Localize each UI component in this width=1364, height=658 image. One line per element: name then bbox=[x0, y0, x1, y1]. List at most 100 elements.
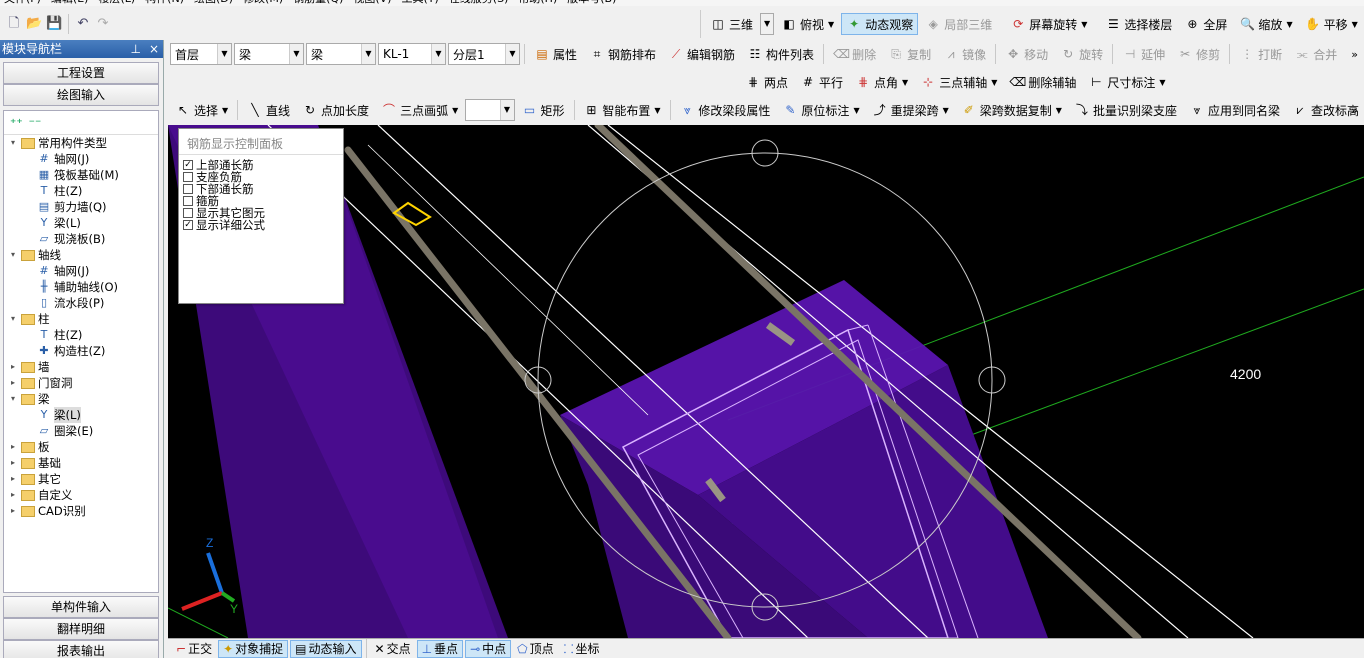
tab-report-output[interactable]: 报表输出 bbox=[3, 640, 159, 658]
rebar-layout-button[interactable]: ⌗ 钢筋排布 bbox=[584, 43, 661, 65]
parallel-button[interactable]: # 平行 bbox=[795, 71, 848, 93]
copy-span-data-button[interactable]: ✐ 梁跨数据复制 ▼ bbox=[956, 99, 1067, 121]
expand-icon[interactable]: ▸ bbox=[8, 375, 18, 391]
batch-identify-button[interactable]: ⤵ 批量识别梁支座 bbox=[1069, 99, 1182, 121]
delete-aux-button[interactable]: ⌫ 删除辅轴 bbox=[1004, 71, 1081, 93]
tree-folder[interactable]: ▸ 门窗洞 bbox=[4, 375, 158, 391]
collapse-icon[interactable]: ▾ bbox=[8, 391, 18, 407]
tree-folder[interactable]: ▸ 基础 bbox=[4, 455, 158, 471]
tree-item[interactable]: ▦ 筏板基础(M) bbox=[4, 167, 158, 183]
smart-layout-button[interactable]: ⊞ 智能布置 ▼ bbox=[578, 99, 665, 121]
expand-icon[interactable]: ▸ bbox=[8, 455, 18, 471]
trim-button[interactable]: ✂ 修剪 bbox=[1172, 43, 1225, 65]
more-tools-icon[interactable]: » bbox=[1351, 48, 1358, 61]
copy-button[interactable]: ⎘ 复制 bbox=[883, 43, 936, 65]
expand-icon[interactable]: ▸ bbox=[8, 487, 18, 503]
tree-item[interactable]: ▯ 流水段(P) bbox=[4, 295, 158, 311]
dynamic-observe-button[interactable]: ✦ 动态观察 bbox=[841, 13, 919, 35]
mirror-button[interactable]: ⩘ 镜像 bbox=[938, 43, 991, 65]
apply-same-name-button[interactable]: ⩔ 应用到同名梁 bbox=[1184, 99, 1285, 121]
tree-item[interactable]: Y 梁(L) bbox=[4, 407, 158, 423]
point-angle-button[interactable]: ⋕ 点角 ▼ bbox=[850, 71, 913, 93]
tree-item[interactable]: # 轴网(J) bbox=[4, 263, 158, 279]
property-button[interactable]: ▤ 属性 bbox=[529, 43, 582, 65]
3d-viewport[interactable]: 4200 Z Y bbox=[168, 125, 1364, 638]
view-3d-dropdown[interactable]: ▼ bbox=[760, 13, 775, 35]
coordinate-snap[interactable]: ⸬ 坐标 bbox=[560, 640, 604, 658]
menu-item[interactable]: 编辑(E) bbox=[51, 0, 89, 6]
component-select[interactable]: KL-1 ▼ bbox=[378, 43, 446, 65]
collapse-icon[interactable]: ▾ bbox=[8, 135, 18, 151]
tree-folder[interactable]: ▸ CAD识别 bbox=[4, 503, 158, 519]
expand-all-icon[interactable]: ⁺⁺ bbox=[10, 116, 23, 130]
rect-button[interactable]: ▭ 矩形 bbox=[517, 99, 570, 121]
vertex-snap[interactable]: ⬠ 顶点 bbox=[513, 640, 557, 658]
tree-folder[interactable]: ▾ 柱 bbox=[4, 311, 158, 327]
floor-select[interactable]: 首层 ▼ bbox=[170, 43, 232, 65]
three-point-aux-button[interactable]: ⊹ 三点辅轴 ▼ bbox=[915, 71, 1002, 93]
perpendicular-snap[interactable]: ⊥ 垂点 bbox=[416, 639, 464, 658]
tree-folder[interactable]: ▸ 墙 bbox=[4, 359, 158, 375]
arc-value-select[interactable]: ▼ bbox=[465, 99, 515, 121]
top-view-button[interactable]: ◧ 俯视 ▼ bbox=[776, 13, 839, 35]
relift-span-button[interactable]: ⤴ 重提梁跨 ▼ bbox=[867, 99, 954, 121]
checkbox[interactable] bbox=[183, 208, 193, 218]
menu-item[interactable]: 绘图(D) bbox=[194, 0, 233, 6]
undo-icon[interactable]: ↶ bbox=[75, 16, 91, 32]
tab-single-input[interactable]: 单构件输入 bbox=[3, 596, 159, 618]
menu-item[interactable]: 修改(M) bbox=[243, 0, 283, 6]
menu-item[interactable]: 帮助(H) bbox=[518, 0, 557, 6]
tree-folder[interactable]: ▾ 轴线 bbox=[4, 247, 158, 263]
break-button[interactable]: ⋮ 打断 bbox=[1234, 43, 1287, 65]
layer-select[interactable]: 分层1 ▼ bbox=[448, 43, 520, 65]
pan-button[interactable]: ✋ 平移 ▼ bbox=[1300, 13, 1363, 35]
checkbox[interactable] bbox=[183, 184, 193, 194]
merge-button[interactable]: ⫘ 合并 bbox=[1289, 43, 1342, 65]
screen-rotate-button[interactable]: ⟳ 屏幕旋转 ▼ bbox=[1005, 13, 1092, 35]
point-length-button[interactable]: ↻ 点加长度 bbox=[297, 99, 374, 121]
original-mark-button[interactable]: ✎ 原位标注 ▼ bbox=[777, 99, 864, 121]
checkbox[interactable] bbox=[183, 172, 193, 182]
tree-item[interactable]: ▱ 圈梁(E) bbox=[4, 423, 158, 439]
intersection-snap[interactable]: ✕ 交点 bbox=[371, 640, 415, 658]
local-3d-button[interactable]: ◈ 局部三维 bbox=[920, 13, 997, 35]
line-button[interactable]: ╲ 直线 bbox=[242, 99, 295, 121]
three-point-arc-button[interactable]: ⌒ 三点画弧 ▼ bbox=[376, 99, 463, 121]
menu-item[interactable]: 钢筋量(Q) bbox=[293, 0, 343, 6]
delete-button[interactable]: ⌫ 删除 bbox=[828, 43, 881, 65]
tree-folder[interactable]: ▸ 其它 bbox=[4, 471, 158, 487]
more-drawing-tools-icon[interactable]: » bbox=[1351, 104, 1358, 117]
view-3d-button[interactable]: ◫ 三维 bbox=[705, 13, 758, 35]
expand-icon[interactable]: ▸ bbox=[8, 359, 18, 375]
checkbox[interactable] bbox=[183, 196, 193, 206]
tree-item[interactable]: T 柱(Z) bbox=[4, 183, 158, 199]
redo-icon[interactable]: ↷ bbox=[95, 16, 111, 32]
select-button[interactable]: ↖ 选择 ▼ bbox=[170, 99, 233, 121]
tree-folder[interactable]: ▾ 常用构件类型 bbox=[4, 135, 158, 151]
tree-item[interactable]: # 轴网(J) bbox=[4, 151, 158, 167]
new-file-icon[interactable]: 🗋 bbox=[6, 16, 22, 32]
menu-item[interactable]: 版本号(B) bbox=[567, 0, 616, 6]
tree-folder[interactable]: ▸ 自定义 bbox=[4, 487, 158, 503]
ortho-toggle[interactable]: ⌐ 正交 bbox=[172, 640, 216, 658]
tab-project-settings[interactable]: 工程设置 bbox=[3, 62, 159, 84]
tree-item[interactable]: Y 梁(L) bbox=[4, 215, 158, 231]
type-select[interactable]: 梁 ▼ bbox=[306, 43, 376, 65]
tree-item[interactable]: T 柱(Z) bbox=[4, 327, 158, 343]
rebar-option[interactable]: ✓ 显示详细公式 bbox=[179, 219, 343, 231]
zoom-button[interactable]: 🔍 缩放 ▼ bbox=[1234, 13, 1297, 35]
open-file-icon[interactable]: 📂 bbox=[26, 16, 42, 32]
two-points-button[interactable]: ⋕ 两点 bbox=[740, 71, 793, 93]
dynamic-input-toggle[interactable]: ▤ 动态输入 bbox=[290, 639, 362, 658]
checkbox[interactable]: ✓ bbox=[183, 160, 193, 170]
expand-icon[interactable]: ▸ bbox=[8, 503, 18, 519]
menu-item[interactable]: 在线服务(S) bbox=[449, 0, 509, 6]
tree-folder[interactable]: ▸ 板 bbox=[4, 439, 158, 455]
extend-button[interactable]: ⊣ 延伸 bbox=[1117, 43, 1170, 65]
edit-rebar-button[interactable]: ⟋ 编辑钢筋 bbox=[663, 43, 740, 65]
midpoint-snap[interactable]: ⊸ 中点 bbox=[465, 639, 512, 658]
menu-item[interactable]: 工具(T) bbox=[402, 0, 439, 6]
collapse-icon[interactable]: ▾ bbox=[8, 247, 18, 263]
pin-icon[interactable]: ⊥ bbox=[130, 40, 140, 58]
menu-item[interactable]: 构件(N) bbox=[145, 0, 184, 6]
